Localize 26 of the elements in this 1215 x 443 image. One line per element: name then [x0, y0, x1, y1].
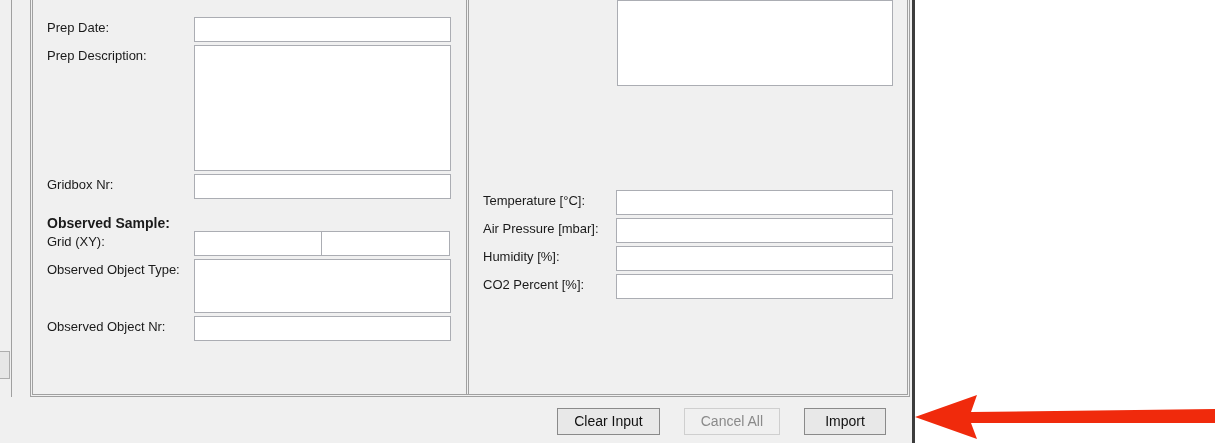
text-area[interactable]	[194, 259, 451, 313]
text-field[interactable]	[321, 231, 450, 256]
field-label: Observed Object Type:	[47, 261, 180, 278]
dialog-button[interactable]: Import	[804, 407, 886, 435]
field-label: Prep Date:	[47, 19, 110, 36]
text-field[interactable]	[194, 316, 451, 341]
field-label: Temperature [°C]:	[483, 192, 585, 209]
text-field[interactable]	[194, 174, 451, 199]
text-field[interactable]	[616, 218, 893, 243]
text-field[interactable]	[616, 274, 893, 299]
dialog-button[interactable]: Clear Input	[557, 407, 660, 435]
field-label: Humidity [%]:	[483, 248, 560, 265]
field-label: Air Pressure [mbar]:	[483, 220, 599, 237]
field-label: Gridbox Nr:	[47, 176, 114, 193]
text-field[interactable]	[616, 246, 893, 271]
text-area[interactable]	[194, 45, 451, 171]
text-field[interactable]	[194, 17, 451, 42]
text-area[interactable]	[617, 0, 893, 86]
text-field[interactable]	[194, 231, 322, 256]
field-label: Prep Description:	[47, 47, 147, 64]
field-label: Observed Object Nr:	[47, 318, 166, 335]
text-field[interactable]	[616, 190, 893, 215]
field-label: CO2 Percent [%]:	[483, 276, 585, 293]
arrow-icon	[915, 395, 1215, 439]
field-label: Grid (XY):	[47, 233, 105, 250]
section-heading: Observed Sample:	[47, 215, 171, 231]
